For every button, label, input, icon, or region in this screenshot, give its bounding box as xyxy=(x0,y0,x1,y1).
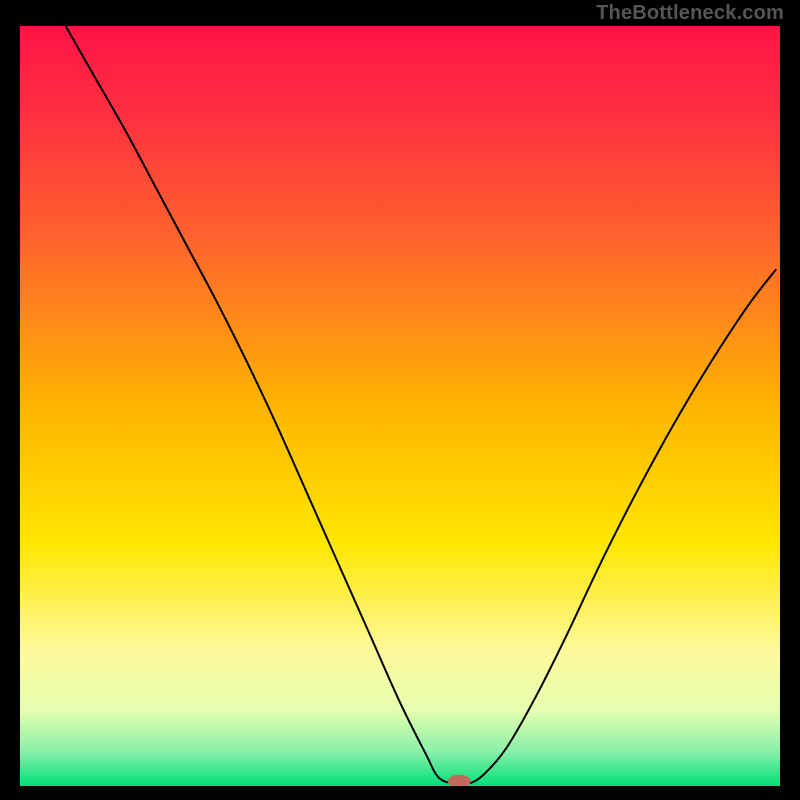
plot-area xyxy=(20,26,780,786)
watermark-text: TheBottleneck.com xyxy=(596,2,784,25)
chart-frame: TheBottleneck.com xyxy=(0,0,800,800)
gradient-background xyxy=(20,26,780,786)
bottleneck-chart xyxy=(20,26,780,786)
